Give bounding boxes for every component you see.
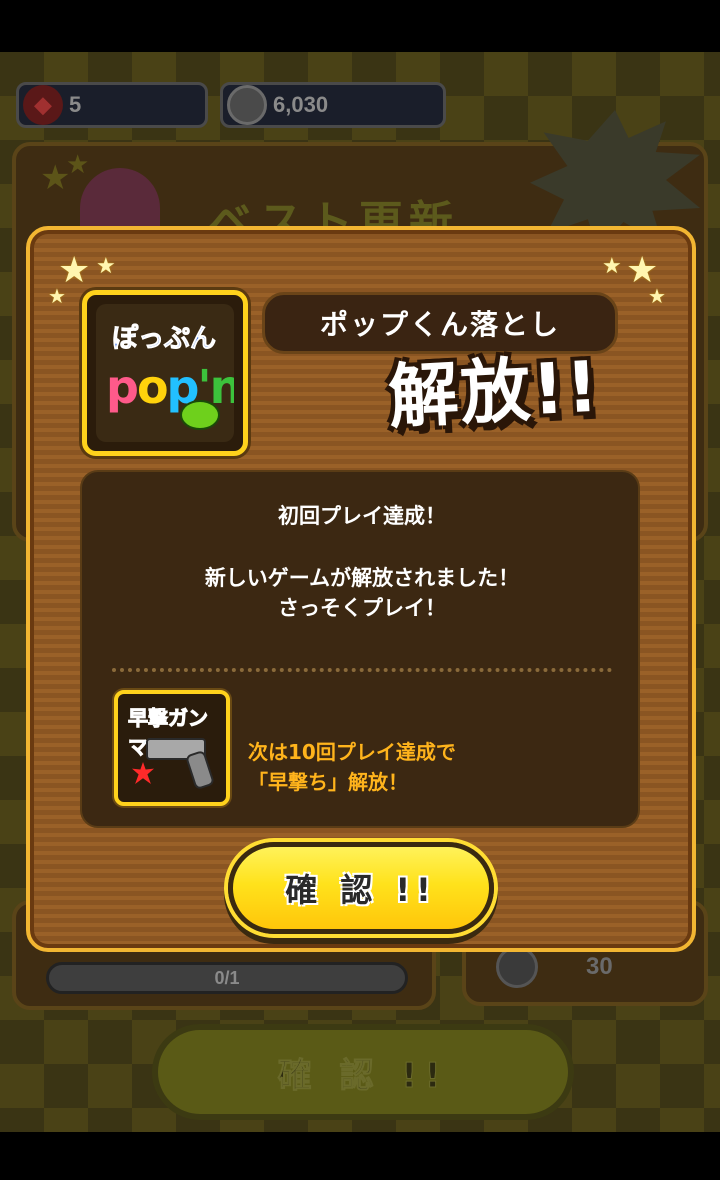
coins-counter: 6,030 [220, 82, 446, 128]
gem-icon: ◆ [23, 85, 63, 125]
divider [112, 668, 612, 672]
reward-display: 30 [496, 946, 613, 988]
next-game-thumbnail: 早撃ガンマン [114, 690, 230, 806]
game-thumbnail: ぽっぷん pop'n [82, 290, 248, 456]
next-unlock-line-1: 次は10回プレイ達成で [248, 740, 456, 764]
unlock-heading: 解放!! [386, 345, 603, 439]
message-line-1: 初回プレイ達成！ [278, 504, 446, 528]
top-black-bar [0, 0, 720, 52]
coin-icon [496, 946, 538, 988]
background-confirm-label: 確 認 !! [277, 1055, 449, 1096]
mission-progress-bar: 0/1 [46, 962, 408, 994]
bottom-black-bar [0, 1132, 720, 1180]
star-icon: ★ [96, 254, 116, 279]
popn-character [180, 400, 220, 430]
confirm-button[interactable]: 確 認 !! [228, 842, 494, 934]
coin-icon [227, 85, 267, 125]
star-icon: ★ [602, 254, 622, 279]
next-unlock-line-2: 「早撃ち」解放！ [248, 770, 408, 794]
gems-counter: ◆ 5 [16, 82, 208, 128]
bang-icon [132, 762, 154, 784]
message-line-3: さっそくプレイ！ [278, 596, 446, 620]
popn-top-text: ぽっぷん [111, 324, 217, 355]
star-icon: ★ [48, 284, 66, 308]
star-icon: ★ [648, 284, 666, 308]
background-confirm-button: 確 認 !! [152, 1024, 574, 1120]
message-line-2: 新しいゲームが解放されました！ [204, 566, 520, 590]
coins-value: 6,030 [273, 92, 329, 117]
star-icon: ★ [66, 150, 90, 180]
gems-value: 5 [69, 92, 82, 117]
reward-value: 30 [586, 953, 613, 980]
message-box: 初回プレイ達成！ 新しいゲームが解放されました！ さっそくプレイ！ 早撃ガンマン… [80, 470, 640, 828]
popn-logo-image: ぽっぷん pop'n [96, 304, 234, 442]
